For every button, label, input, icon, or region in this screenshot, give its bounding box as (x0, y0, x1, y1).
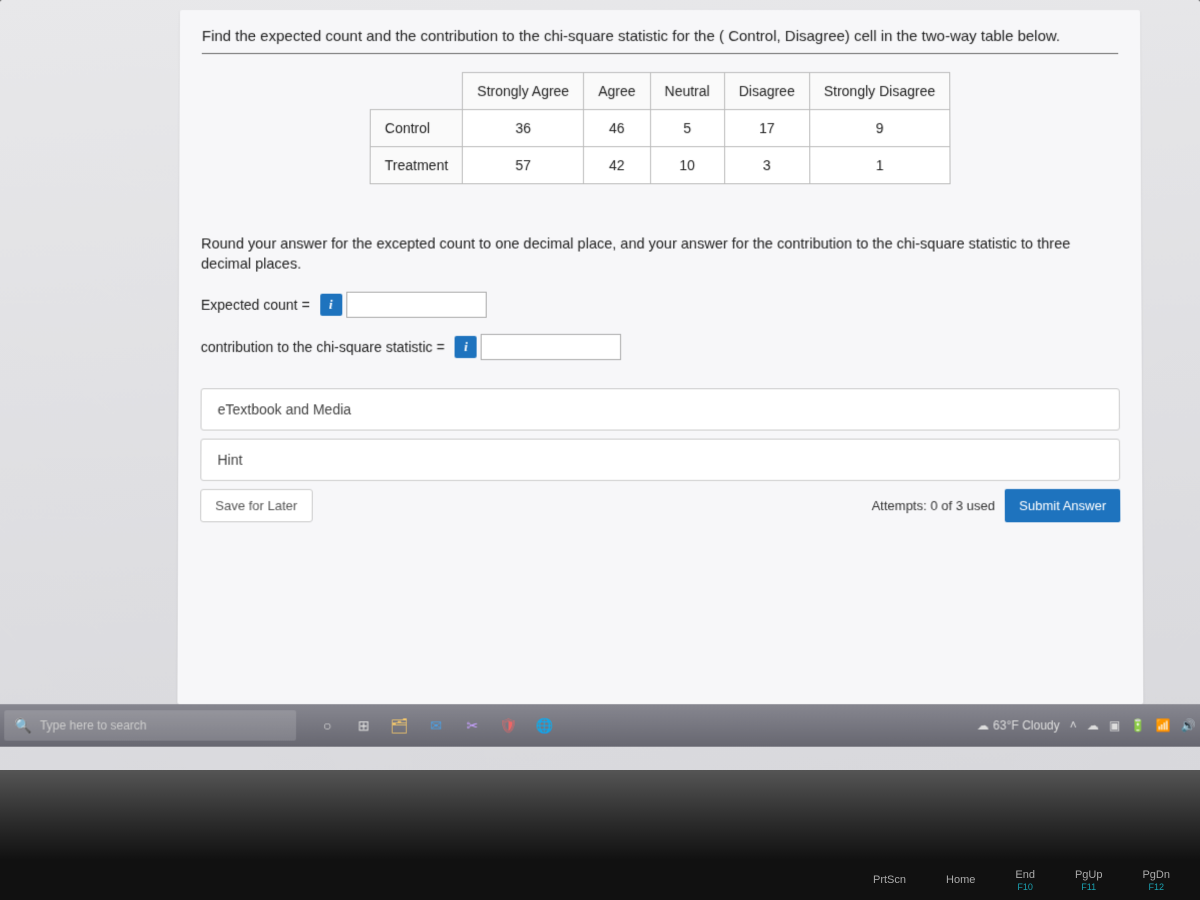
laptop-base (0, 770, 1200, 860)
weather-text: 63°F Cloudy (993, 718, 1060, 732)
info-icon[interactable]: i (455, 336, 477, 358)
col-header: Strongly Agree (463, 73, 584, 110)
row-header: Control (370, 110, 462, 147)
table-cell: 57 (463, 147, 584, 184)
table-cell: 9 (809, 110, 950, 147)
table-cell: 1 (809, 147, 950, 184)
wifi-icon[interactable]: 📶 (1156, 718, 1171, 732)
table-row: Treatment 57 42 10 3 1 (370, 147, 950, 184)
taskview-icon[interactable]: ⊞ (352, 714, 374, 736)
table-cell: 17 (724, 110, 809, 147)
edge-icon[interactable]: 🌐 (534, 714, 556, 736)
question-panel: Find the expected count and the contribu… (177, 10, 1143, 704)
hint-button[interactable]: Hint (200, 438, 1120, 480)
table-cell: 3 (724, 147, 809, 184)
weather-widget[interactable]: ☁ 63°F Cloudy (977, 718, 1060, 732)
keyboard-row: PrtScn Home EndF10 PgUpF11 PgDnF12 (0, 860, 1200, 900)
contingency-table: Strongly Agree Agree Neutral Disagree St… (370, 72, 951, 184)
onedrive-icon[interactable]: ☁ (1087, 718, 1099, 732)
expected-count-input[interactable] (346, 291, 486, 317)
expected-count-label: Expected count = (201, 296, 310, 312)
save-for-later-button[interactable]: Save for Later (200, 489, 312, 522)
windows-taskbar: 🔍 Type here to search ○ ⊞ 🗂 ✉ ✂ 🛡 🌐 ☁ 63… (0, 704, 1200, 747)
snip-icon[interactable]: ✂ (461, 714, 483, 736)
key-home: Home (946, 874, 975, 886)
table-cell: 5 (650, 110, 724, 147)
col-header: Disagree (724, 73, 809, 110)
col-header: Strongly Disagree (809, 73, 949, 110)
info-icon[interactable]: i (320, 293, 342, 315)
table-cell: 36 (463, 110, 584, 147)
contribution-input[interactable] (481, 334, 621, 360)
question-text: Find the expected count and the contribu… (202, 28, 1118, 54)
etextbook-button[interactable]: eTextbook and Media (201, 388, 1120, 430)
contribution-row: contribution to the chi-square statistic… (201, 334, 1120, 360)
row-header: Treatment (370, 147, 462, 184)
rounding-instructions: Round your answer for the excepted count… (201, 234, 1119, 275)
table-cell: 10 (650, 147, 724, 184)
attempts-text: Attempts: 0 of 3 used (872, 498, 995, 513)
expected-count-row: Expected count = i (201, 291, 1120, 317)
cortana-icon[interactable]: ○ (316, 714, 338, 736)
explorer-icon[interactable]: 🗂 (389, 714, 411, 736)
key-pgdn: PgDnF12 (1142, 869, 1170, 892)
volume-icon[interactable]: 🔊 (1181, 718, 1196, 732)
table-corner (370, 73, 462, 110)
key-end: EndF10 (1015, 869, 1035, 892)
mail-icon[interactable]: ✉ (425, 714, 447, 736)
security-icon[interactable]: 🛡 (497, 714, 519, 736)
table-row: Control 36 46 5 17 9 (370, 110, 950, 147)
tray-icon[interactable]: ▣ (1109, 718, 1120, 732)
table-cell: 42 (584, 147, 650, 184)
col-header: Neutral (650, 73, 724, 110)
key-pgup: PgUpF11 (1075, 869, 1103, 892)
submit-answer-button[interactable]: Submit Answer (1005, 489, 1120, 522)
table-cell: 46 (584, 110, 650, 147)
key-prtscn: PrtScn (873, 874, 906, 886)
contribution-label: contribution to the chi-square statistic… (201, 339, 445, 355)
chevron-up-icon[interactable]: ˄ (1070, 718, 1077, 732)
search-placeholder: Type here to search (40, 718, 147, 732)
cloud-icon: ☁ (977, 718, 989, 732)
taskbar-search[interactable]: 🔍 Type here to search (4, 710, 296, 740)
col-header: Agree (584, 73, 650, 110)
battery-icon[interactable]: 🔋 (1130, 718, 1145, 732)
search-icon: 🔍 (14, 717, 32, 734)
